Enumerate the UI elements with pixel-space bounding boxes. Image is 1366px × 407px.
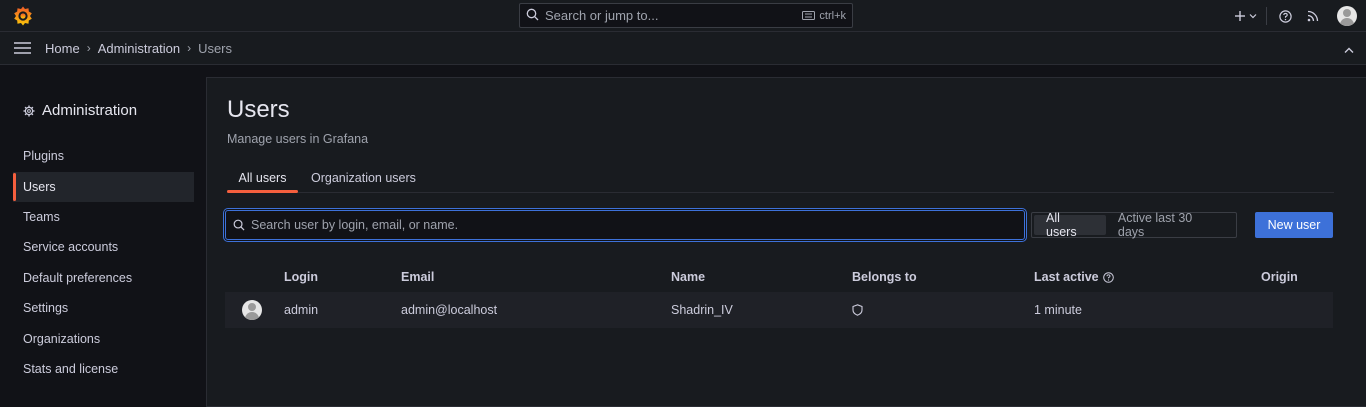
new-menu-button[interactable] [1228,2,1262,30]
page-title: Users [227,96,290,123]
column-header-belongs-to: Belongs to [852,270,917,284]
search-icon [233,219,245,231]
sidebar-item-label: Default preferences [23,271,133,285]
menu-toggle-icon[interactable] [14,41,31,58]
sidebar-item-label: Teams [23,210,60,224]
global-search-placeholder: Search or jump to... [545,8,659,23]
tab-all-users[interactable]: All users [227,163,298,193]
help-button[interactable] [1271,2,1299,30]
sidebar-item-label: Stats and license [23,362,119,376]
user-search-placeholder: Search user by login, email, or name. [251,218,459,232]
user-search-input[interactable]: Search user by login, email, or name. [225,210,1025,240]
page-subtitle: Manage users in Grafana [227,132,369,146]
chevron-down-icon [1249,14,1256,19]
cell-login[interactable]: admin [284,292,318,328]
sidebar-item-label: Plugins [23,149,64,163]
keyboard-shortcut-hint: ctrl+k [802,10,846,22]
breadcrumb: Home › Administration › Users [45,32,232,64]
search-icon [526,8,539,24]
activity-filter: All users Active last 30 days [1031,211,1237,239]
sidebar: Administration Plugins Users Teams Servi… [0,65,206,407]
global-search-input[interactable]: Search or jump to... ctrl+k [519,3,853,28]
table-row[interactable]: admin admin@localhost Shadrin_IV 1 minut… [225,292,1333,328]
breadcrumb-separator-icon: › [86,41,91,55]
gear-icon [23,105,35,116]
sidebar-item-label: Organizations [23,332,101,346]
sidebar-item-stats-and-license[interactable]: Stats and license [13,354,194,384]
sidebar-item-default-preferences[interactable]: Default preferences [13,263,194,293]
filter-active-last-30-days[interactable]: Active last 30 days [1106,211,1234,239]
sidebar-item-label: Service accounts [23,240,119,254]
help-icon [1278,9,1292,23]
sidebar-item-teams[interactable]: Teams [13,202,194,232]
breadcrumb-administration[interactable]: Administration [98,41,180,56]
cell-last-active: 1 minute [1034,303,1082,317]
user-avatar [242,300,262,320]
main-panel: Users Manage users in Grafana All users … [206,77,1366,407]
user-avatar[interactable] [1337,6,1357,26]
sidebar-item-settings[interactable]: Settings [13,293,194,323]
shield-icon [852,304,863,316]
news-button[interactable] [1299,2,1327,30]
column-header-last-active[interactable]: Last active [1034,270,1114,284]
sidebar-item-plugins[interactable]: Plugins [13,141,194,171]
new-user-button[interactable]: New user [1255,212,1333,238]
tab-bar: All users Organization users [227,163,1334,193]
info-icon[interactable] [1102,271,1114,283]
sidebar-title-label: Administration [42,102,138,119]
column-header-email[interactable]: Email [401,270,434,284]
toolbar-divider [1266,7,1267,25]
sidebar-item-organizations[interactable]: Organizations [13,324,194,354]
top-bar: Search or jump to... ctrl+k [0,0,1366,32]
grafana-logo-icon[interactable] [12,5,34,27]
cell-belongs-to [852,292,863,328]
breadcrumb-bar: Home › Administration › Users [0,32,1366,65]
column-header-origin: Origin [1261,270,1298,284]
sidebar-item-label: Settings [23,301,69,315]
column-header-name[interactable]: Name [671,270,705,284]
tab-organization-users[interactable]: Organization users [311,163,416,193]
breadcrumb-home[interactable]: Home [45,41,80,56]
cell-email[interactable]: admin@localhost [401,292,497,328]
keyboard-icon [802,11,816,20]
top-right-actions [1228,0,1366,32]
filter-all-users[interactable]: All users [1034,211,1106,239]
chevron-up-icon[interactable] [1344,42,1354,57]
column-header-login[interactable]: Login [284,270,318,284]
cell-name[interactable]: Shadrin_IV [671,292,733,328]
sidebar-item-service-accounts[interactable]: Service accounts [13,232,194,262]
plus-icon [1234,11,1245,21]
column-header-last-active-label: Last active [1034,270,1099,284]
rss-icon [1307,10,1319,22]
sidebar-title: Administration [23,102,137,119]
sidebar-item-label: Users [23,180,56,194]
sidebar-item-users[interactable]: Users [13,172,194,202]
shortcut-label: ctrl+k [819,9,846,22]
breadcrumb-users: Users [198,40,233,56]
breadcrumb-separator-icon: › [187,41,192,55]
